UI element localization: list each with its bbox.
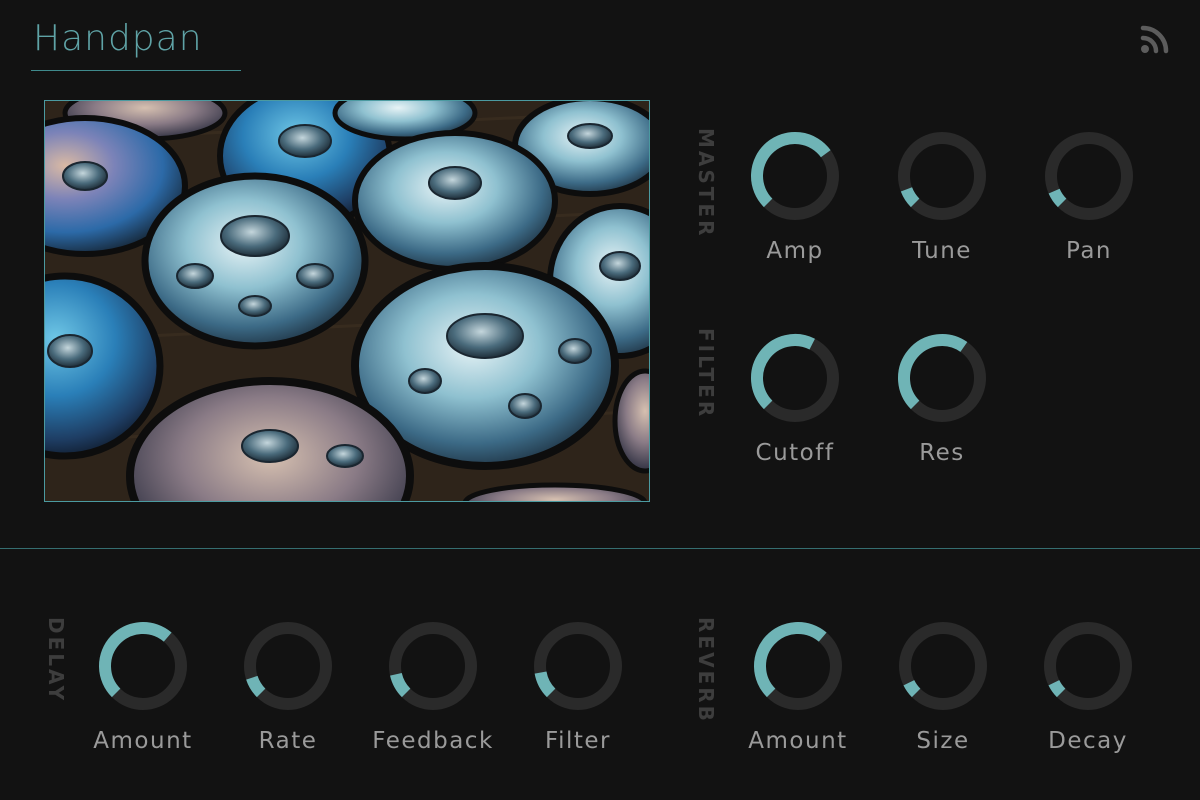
- knob-label-delay-filter: Filter: [545, 728, 611, 754]
- section-label-delay: DELAY: [44, 617, 68, 704]
- knob-label-reverb-amount: Amount: [748, 728, 848, 754]
- knob-reverb-amount[interactable]: [748, 616, 848, 716]
- app-title: Handpan: [33, 18, 203, 59]
- section-divider: [0, 548, 1200, 549]
- section-label-master: MASTER: [694, 128, 718, 239]
- knob-value-arc: [390, 672, 411, 698]
- knob-label-delay-amount: Amount: [93, 728, 193, 754]
- knob-reverb-decay[interactable]: [1038, 616, 1138, 716]
- knob-value-arc: [900, 187, 920, 208]
- knob-filter-res[interactable]: [892, 328, 992, 428]
- knob-track: [534, 622, 622, 710]
- knob-value-arc: [898, 334, 968, 410]
- knob-filter-cutoff[interactable]: [745, 328, 845, 428]
- knob-reverb-size[interactable]: [893, 616, 993, 716]
- knob-value-arc: [754, 622, 827, 698]
- knob-label-reverb-decay: Decay: [1048, 728, 1128, 754]
- knob-label-delay-feedback: Feedback: [372, 728, 494, 754]
- knob-label-filter-cutoff: Cutoff: [755, 440, 835, 466]
- knob-delay-rate[interactable]: [238, 616, 338, 716]
- knob-value-arc: [1048, 188, 1067, 208]
- knob-label-master-amp: Amp: [766, 238, 824, 264]
- knob-label-reverb-size: Size: [916, 728, 970, 754]
- knob-label-master-tune: Tune: [912, 238, 972, 264]
- knob-label-filter-res: Res: [919, 440, 965, 466]
- knob-track: [899, 622, 987, 710]
- knob-delay-feedback[interactable]: [383, 616, 483, 716]
- knob-track: [1044, 622, 1132, 710]
- knob-label-delay-rate: Rate: [258, 728, 318, 754]
- knob-value-arc: [751, 132, 831, 208]
- knob-value-arc: [246, 675, 266, 698]
- knob-value-arc: [1048, 679, 1066, 698]
- section-label-reverb: REVERB: [694, 617, 718, 724]
- knob-label-master-pan: Pan: [1065, 238, 1112, 264]
- title-underline: [31, 70, 241, 71]
- knob-delay-amount[interactable]: [93, 616, 193, 716]
- section-label-filter: FILTER: [694, 328, 718, 420]
- instrument-image: [44, 100, 650, 502]
- knob-track: [1045, 132, 1133, 220]
- rss-icon[interactable]: [1140, 24, 1170, 54]
- knob-value-arc: [534, 671, 556, 698]
- knob-master-amp[interactable]: [745, 126, 845, 226]
- knob-value-arc: [903, 679, 921, 698]
- knob-delay-filter[interactable]: [528, 616, 628, 716]
- knob-value-arc: [751, 334, 815, 410]
- knob-master-tune[interactable]: [892, 126, 992, 226]
- knob-value-arc: [99, 622, 172, 698]
- knob-master-pan[interactable]: [1039, 126, 1139, 226]
- knob-track: [898, 132, 986, 220]
